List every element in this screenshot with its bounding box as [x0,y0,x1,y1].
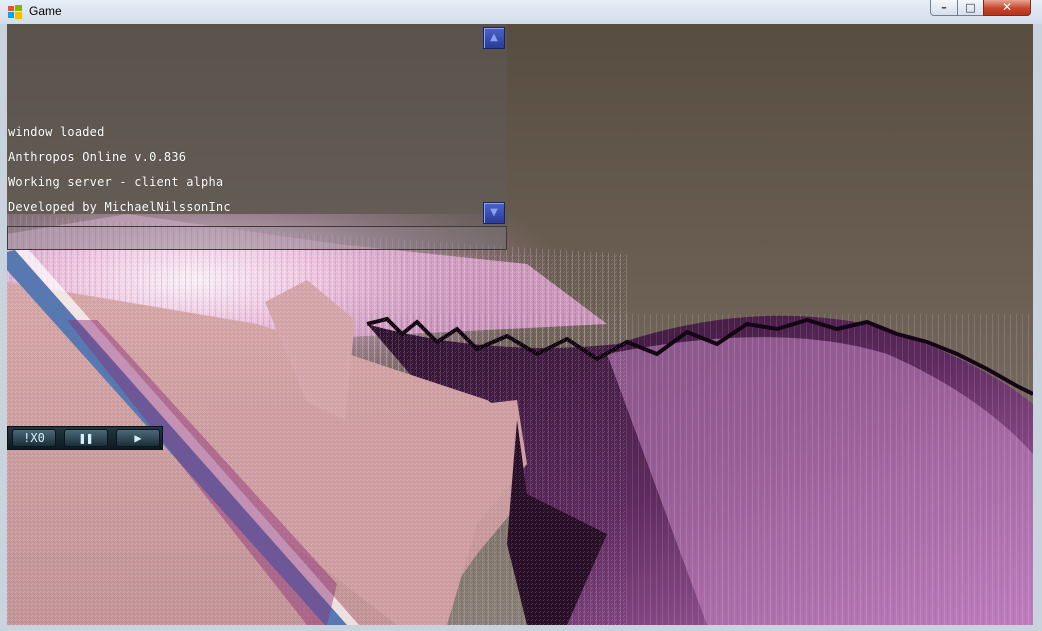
minimize-button[interactable]: – [930,0,958,16]
maximize-button[interactable]: □ [957,0,984,16]
play-button[interactable]: ▶ [116,429,160,447]
speed-toolbar: !X0 ❚❚ ▶ [7,426,163,450]
console-scroll-down-button[interactable]: ▼ [483,202,505,224]
close-icon: ✕ [1001,0,1013,14]
window-title: Game [29,4,62,18]
play-icon: ▶ [134,431,142,445]
chat-input[interactable] [7,226,507,250]
pause-icon: ❚❚ [78,431,94,445]
minimize-icon: – [941,1,947,14]
chat-console: ▲ window loaded Anthropos Online v.0.836… [7,24,507,226]
scroll-up-icon: ▲ [490,32,498,43]
scroll-down-icon: ▼ [490,207,498,218]
window-frame-left [0,24,7,631]
console-line: Anthropos Online v.0.836 [8,150,187,164]
maximize-icon: □ [965,1,976,14]
windows-logo-icon [8,5,22,19]
console-line: Working server - client alpha [8,175,224,189]
console-line: Developed by MichaelNilssonInc [8,200,231,214]
pause-button[interactable]: ❚❚ [64,429,108,447]
console-scroll-up-button[interactable]: ▲ [483,27,505,49]
window-frame-bottom [0,625,1042,631]
window-titlebar[interactable]: Game – □ ✕ [0,0,1042,24]
speed-label: !X0 [23,431,45,445]
console-line: window loaded [8,125,105,139]
window-frame-right [1033,24,1042,631]
speed-button[interactable]: !X0 [12,429,56,447]
close-button[interactable]: ✕ [983,0,1031,16]
